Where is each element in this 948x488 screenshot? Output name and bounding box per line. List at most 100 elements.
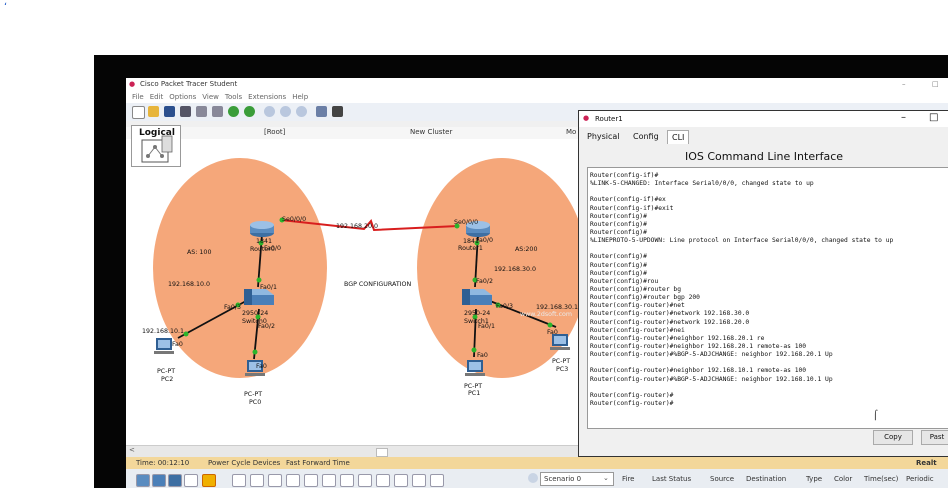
connection-fiber-icon[interactable] — [304, 474, 318, 487]
scroll-left-icon[interactable]: < — [129, 446, 135, 454]
connection-console-icon[interactable] — [250, 474, 264, 487]
zoom-out-icon[interactable] — [296, 106, 307, 117]
connection-cross-icon[interactable] — [286, 474, 300, 487]
cli-line: Router(config-router)#%BGP-5-ADJCHANGE: … — [590, 351, 833, 359]
connection-coax-icon[interactable] — [340, 474, 354, 487]
menu-file[interactable]: File — [132, 93, 144, 101]
cli-line: Router(config-router)#neighbor 192.168.2… — [590, 334, 765, 342]
cli-terminal[interactable]: Router(config-if)# %LINK-5-CHANGED: Inter… — [587, 167, 948, 429]
switch1-model: 2950-24 — [464, 310, 491, 317]
maximize-icon[interactable]: □ — [932, 80, 939, 88]
paste-button[interactable]: Past — [921, 430, 948, 445]
network-topology — [153, 158, 586, 378]
cli-line: Router(config)#router bgp 200 — [590, 294, 700, 302]
cli-line: %LINEPROTO-5-UPDOWN: Line protocol on In… — [590, 237, 894, 245]
tab-physical[interactable]: Physical — [583, 130, 624, 143]
undo-icon[interactable] — [228, 106, 239, 117]
pc3-type: PC-PT — [552, 358, 571, 365]
power-cycle-button[interactable]: Power Cycle Devices — [208, 459, 280, 467]
copy-button[interactable]: Copy — [873, 430, 913, 445]
connection-auto-icon[interactable] — [232, 474, 246, 487]
scenario-select[interactable]: Scenario 0 ⌄ — [540, 472, 614, 486]
workspace-scrollbar[interactable]: < — [126, 445, 586, 457]
cli-minimize-icon[interactable]: – — [901, 112, 906, 123]
menu-options[interactable]: Options — [169, 93, 196, 101]
routers-category-icon[interactable] — [136, 474, 150, 487]
pc1-type: PC-PT — [464, 383, 483, 390]
pc1-port: Fa0 — [477, 352, 488, 359]
redo-icon[interactable] — [244, 106, 255, 117]
pc0-port: Fa0 — [256, 363, 267, 370]
connection-serial-dte-icon[interactable] — [376, 474, 390, 487]
move-object-button[interactable]: Mo — [566, 128, 576, 136]
switch0-port-fa03: Fa0/3 — [224, 304, 242, 311]
connection-usb-icon[interactable] — [430, 474, 444, 487]
custom-device-icon[interactable] — [332, 106, 343, 117]
link-network-label: 192.168.20.0 — [336, 223, 379, 230]
cli-maximize-icon[interactable]: □ — [929, 112, 938, 123]
col-type: Type — [806, 475, 823, 483]
scroll-thumb[interactable] — [376, 448, 388, 457]
menu-view[interactable]: View — [202, 93, 219, 101]
connection-straight-icon[interactable] — [268, 474, 282, 487]
cli-line: Router(config-if)#exit — [590, 204, 674, 212]
open-folder-icon[interactable] — [148, 106, 159, 117]
as200-label: AS:200 — [515, 246, 538, 253]
menu-tools[interactable]: Tools — [225, 93, 242, 101]
switch1-port-fa03: Fa0/3 — [496, 303, 514, 310]
fast-forward-button[interactable]: Fast Forward Time — [286, 459, 350, 467]
print-icon[interactable] — [180, 106, 191, 117]
pc2-icon[interactable] — [154, 338, 174, 354]
watermark: www.2dsoft.com — [520, 311, 573, 318]
connection-iot-icon[interactable] — [412, 474, 426, 487]
cli-line: Router(config)# — [590, 220, 647, 228]
connection-phone-icon[interactable] — [322, 474, 336, 487]
root-link[interactable]: [Root] — [264, 128, 285, 136]
bgp-label: BGP CONFIGURATION — [344, 281, 412, 288]
zoom-in-icon[interactable] — [264, 106, 275, 117]
pc2-type: PC-PT — [157, 368, 176, 375]
logical-workspace[interactable]: AS: 100 AS:200 192.168.20.0 192.168.10.0… — [126, 139, 586, 445]
cli-line: Router(config-router)#net — [590, 302, 685, 310]
router0-name: Router0 — [250, 246, 275, 253]
menu-help[interactable]: Help — [292, 93, 308, 101]
pc0-type: PC-PT — [244, 391, 263, 398]
logical-view-panel[interactable]: Logical — [131, 125, 181, 167]
wireless-category-icon[interactable] — [184, 474, 198, 487]
zoom-reset-icon[interactable] — [280, 106, 291, 117]
connections-category-icon[interactable] — [202, 474, 216, 487]
minimize-icon[interactable]: – — [902, 80, 906, 88]
app-logo-icon: ● — [129, 80, 136, 88]
cli-line: Router(config-if)# — [590, 172, 659, 179]
router-window-icon: ● — [583, 114, 590, 122]
pc3-icon[interactable] — [550, 334, 570, 350]
col-last-status: Last Status — [652, 475, 692, 483]
cli-title-bar: ● Router1 – □ — [579, 111, 948, 127]
cli-line: Router(config-router)#%BGP-5-ADJCHANGE: … — [590, 375, 833, 383]
cli-line: Router(config-router)# — [590, 399, 674, 407]
copy-icon[interactable] — [212, 106, 223, 117]
router0-model: 1841 — [256, 238, 273, 245]
tab-cli[interactable]: CLI — [667, 130, 690, 144]
col-fire: Fire — [622, 475, 635, 483]
hubs-category-icon[interactable] — [168, 474, 182, 487]
cli-line — [590, 188, 948, 196]
activity-wizard-icon[interactable] — [196, 106, 207, 117]
menu-edit[interactable]: Edit — [150, 93, 164, 101]
router0-icon[interactable] — [250, 221, 274, 237]
tab-config[interactable]: Config — [629, 130, 663, 143]
scenario-info-icon[interactable] — [528, 473, 538, 483]
switch0-port-fa02: Fa0/2 — [258, 323, 276, 330]
pc1-icon[interactable] — [465, 360, 485, 376]
pc2-port: Fa0 — [172, 341, 183, 348]
connection-octal-icon[interactable] — [394, 474, 408, 487]
connection-serial-dce-icon[interactable] — [358, 474, 372, 487]
new-file-icon[interactable] — [132, 106, 145, 119]
new-cluster-button[interactable]: New Cluster — [410, 128, 452, 136]
menu-extensions[interactable]: Extensions — [248, 93, 286, 101]
menu-bar: File Edit Options View Tools Extensions Help — [126, 91, 948, 103]
save-icon[interactable] — [164, 106, 175, 117]
cli-line: Router(config)#router bg — [590, 285, 681, 293]
switches-category-icon[interactable] — [152, 474, 166, 487]
palette-icon[interactable] — [316, 106, 327, 117]
